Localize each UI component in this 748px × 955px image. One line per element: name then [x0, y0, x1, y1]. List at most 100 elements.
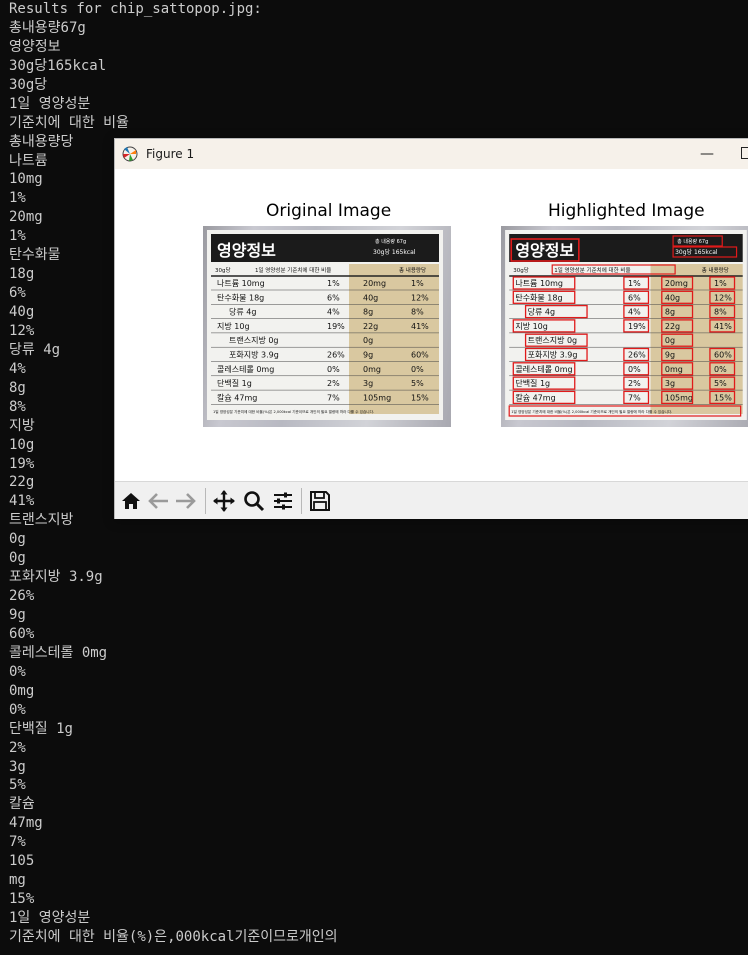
label-row-pct-total: 8% [714, 308, 727, 317]
label-row-pct-total: 41% [714, 322, 732, 331]
figure-canvas[interactable]: Original Image Highlighted Image 영양정보 총 내… [115, 169, 748, 481]
label-row-pct-total: 12% [411, 293, 429, 302]
label-row-amount: 3g [665, 379, 675, 388]
home-icon[interactable] [119, 489, 143, 513]
label-row-amount: 40g [665, 293, 680, 302]
label-row-amount: 9g [665, 351, 675, 360]
terminal-line: 47mg [9, 815, 43, 832]
label-row-name: 칼슘 47mg [515, 393, 555, 402]
label-row-name: 콜레스테롤 0mg [217, 365, 274, 374]
label-row-amount: 3g [363, 379, 373, 388]
terminal-line: Results for chip_sattopop.jpg: [9, 1, 262, 17]
nutrition-label-photo-highlighted: 영양정보 총 내용량 67g 30g당 165kcal 30g당 1일 영양성분 기준치… [505, 230, 747, 420]
label-row-amount: 20mg [665, 279, 688, 288]
terminal-line: 5% [9, 777, 26, 794]
terminal-line: 3g [9, 758, 26, 775]
label-row-amount: 40g [363, 293, 378, 302]
label-total-per: 총 내용량당 [399, 266, 426, 274]
label-total-per: 총 내용량당 [702, 266, 729, 274]
label-row-pct: 2% [628, 379, 641, 388]
label-daily-ratio: 1일 영양성분 기준치에 대한 비율 [255, 266, 331, 274]
zoom-magnifier-icon[interactable] [242, 489, 266, 513]
terminal-line: 1일 영양성분 [9, 95, 91, 112]
matplotlib-app-icon [122, 146, 138, 162]
label-row-pct: 1% [327, 279, 340, 288]
toolbar-separator [205, 488, 206, 514]
original-image-title: Original Image [266, 201, 392, 221]
label-kcal: 30g당 165kcal [675, 248, 718, 256]
terminal-line: 2% [9, 739, 26, 756]
terminal-line: mg [9, 872, 26, 889]
terminal-line: 기준치에 대한 비율(%)은,000kcal기준이므로개인의 [9, 928, 338, 945]
label-kcal: 30g당 165kcal [373, 248, 416, 256]
label-row-amount: 0g [665, 336, 675, 345]
figure-toolbar [115, 481, 748, 519]
label-row-pct: 26% [327, 351, 345, 360]
label-row-pct-total: 41% [411, 322, 429, 331]
terminal-line: 0g [9, 550, 26, 567]
label-row-pct-total: 60% [411, 351, 429, 360]
label-row-pct: 4% [327, 308, 340, 317]
save-floppy-icon[interactable] [308, 489, 332, 513]
window-title: Figure 1 [146, 147, 195, 161]
label-row-pct-total: 0% [714, 365, 727, 374]
highlighted-image: 영양정보 총 내용량 67g 30g당 165kcal 30g당 1일 영양성분 기준치… [501, 226, 748, 427]
label-row-pct-total: 8% [411, 308, 424, 317]
window-titlebar[interactable]: Figure 1 — [115, 139, 748, 169]
label-row-name: 단백질 1g [515, 378, 550, 388]
label-row-name: 지방 10g [515, 321, 548, 331]
terminal-line: 0% [9, 701, 26, 718]
terminal-line: 포화지방 3.9g [9, 569, 103, 586]
label-row-name: 나트륨 10mg [217, 279, 265, 288]
label-row-pct: 19% [327, 322, 345, 331]
configure-subplots-icon[interactable] [271, 489, 295, 513]
forward-arrow-icon[interactable] [173, 489, 197, 513]
label-row-name: 포화지방 3.9g [528, 350, 578, 360]
terminal-line: 총내용량67g [9, 19, 86, 36]
label-row-pct-total: 15% [714, 393, 732, 402]
label-row-amount: 8g [665, 308, 675, 317]
label-footnote: 1일 영양성분 기준치에 대한 비율(%)은 2,000kcal 기준이므로 개… [511, 409, 672, 414]
label-row-pct: 6% [628, 293, 641, 302]
label-row-name: 칼슘 47mg [217, 393, 257, 402]
terminal-line: 0% [9, 663, 26, 680]
back-arrow-icon[interactable] [147, 489, 171, 513]
label-row-pct-total: 60% [714, 351, 732, 360]
terminal-line: 30g당 [9, 76, 48, 93]
highlighted-image-title: Highlighted Image [548, 201, 705, 221]
label-row-amount: 0g [363, 336, 373, 345]
maximize-button[interactable] [741, 147, 748, 159]
minimize-button[interactable]: — [695, 146, 719, 162]
label-header-text: 영양정보 [515, 241, 574, 260]
matplotlib-figure-window[interactable]: Figure 1 — Original Image Highlighted Im… [114, 138, 748, 519]
terminal-line: 0g [9, 531, 26, 548]
label-row-pct: 4% [628, 308, 641, 317]
terminal-line: 9g [9, 607, 26, 623]
terminal-line: 단백질 1g [9, 720, 73, 737]
terminal-line: 105 [9, 853, 35, 870]
original-image: 영양정보 총 내용량 67g 30g당 165kcal 30g당 1일 영양성분 기준치… [203, 226, 451, 427]
terminal-line: 1일 영양성분 [9, 910, 91, 926]
label-row-amount: 8g [363, 308, 373, 317]
label-row-amount: 0mg [665, 365, 683, 374]
label-per-serving: 30g당 [215, 267, 231, 274]
label-daily-ratio: 1일 영양성분 기준치에 대한 비율 [554, 266, 630, 274]
label-footnote: 1일 영양성분 기준치에 대한 비율(%)은 2,000kcal 기준이므로 개… [213, 409, 374, 414]
terminal-line: 26% [9, 588, 35, 605]
label-row-pct: 0% [327, 365, 340, 374]
label-row-name: 트랜스지방 0g [528, 335, 578, 345]
terminal-line: 영양정보 [9, 38, 61, 55]
terminal-line: 15% [9, 891, 35, 908]
pan-move-icon[interactable] [212, 489, 236, 513]
label-row-name: 트랜스지방 0g [229, 335, 279, 345]
toolbar-separator [301, 488, 302, 514]
label-row-pct: 1% [628, 279, 641, 288]
terminal-line: 60% [9, 625, 35, 642]
label-header-text: 영양정보 [217, 241, 276, 260]
label-row-amount: 22g [665, 322, 680, 331]
terminal-line: 30g당165kcal [9, 57, 107, 74]
label-row-amount: 20mg [363, 279, 386, 288]
label-row-amount: 0mg [363, 365, 381, 374]
label-row-name: 포화지방 3.9g [229, 350, 279, 360]
terminal-line: 콜레스테롤 0mg [9, 644, 108, 661]
